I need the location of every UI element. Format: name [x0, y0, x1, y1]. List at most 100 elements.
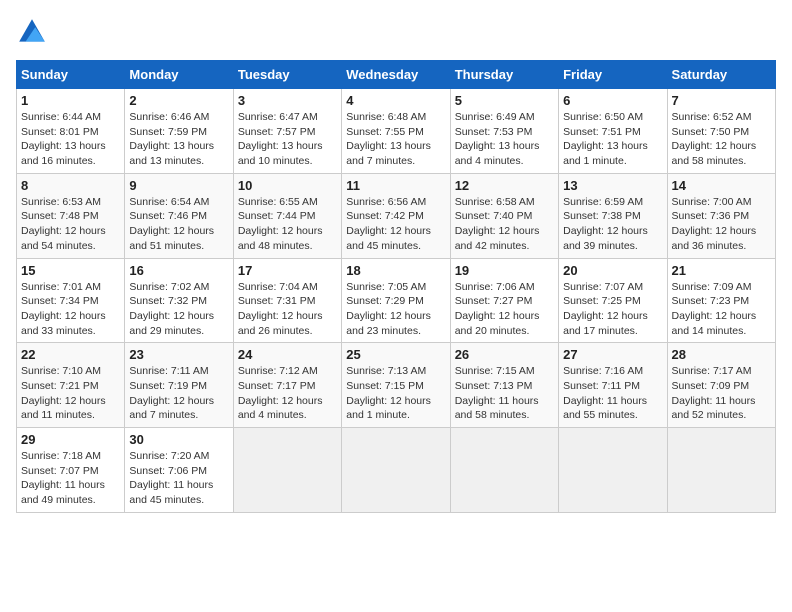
calendar-cell: 25 Sunrise: 7:13 AMSunset: 7:15 PMDayligh…	[342, 343, 450, 428]
header-thursday: Thursday	[450, 61, 558, 89]
day-number: 5	[455, 93, 554, 108]
day-detail: Sunrise: 7:17 AMSunset: 7:09 PMDaylight:…	[672, 364, 771, 423]
day-detail: Sunrise: 6:49 AMSunset: 7:53 PMDaylight:…	[455, 110, 554, 169]
day-detail: Sunrise: 6:48 AMSunset: 7:55 PMDaylight:…	[346, 110, 445, 169]
day-detail: Sunrise: 7:20 AMSunset: 7:06 PMDaylight:…	[129, 449, 228, 508]
calendar-cell: 2 Sunrise: 6:46 AMSunset: 7:59 PMDaylight…	[125, 89, 233, 174]
day-detail: Sunrise: 6:47 AMSunset: 7:57 PMDaylight:…	[238, 110, 337, 169]
day-detail: Sunrise: 7:15 AMSunset: 7:13 PMDaylight:…	[455, 364, 554, 423]
calendar-cell: 24 Sunrise: 7:12 AMSunset: 7:17 PMDayligh…	[233, 343, 341, 428]
day-detail: Sunrise: 7:06 AMSunset: 7:27 PMDaylight:…	[455, 280, 554, 339]
calendar-week-4: 22Sunrise: 7:10 AMSunset: 7:21 PMDayligh…	[17, 343, 776, 428]
logo-icon	[16, 16, 48, 48]
calendar-week-2: 8 Sunrise: 6:53 AMSunset: 7:48 PMDaylight…	[17, 173, 776, 258]
calendar-cell: 13Sunrise: 6:59 AMSunset: 7:38 PMDayligh…	[559, 173, 667, 258]
day-number: 14	[672, 178, 771, 193]
calendar-cell: 28 Sunrise: 7:17 AMSunset: 7:09 PMDayligh…	[667, 343, 775, 428]
calendar-cell: 20 Sunrise: 7:07 AMSunset: 7:25 PMDayligh…	[559, 258, 667, 343]
calendar-cell: 16 Sunrise: 7:02 AMSunset: 7:32 PMDayligh…	[125, 258, 233, 343]
day-number: 18	[346, 263, 445, 278]
calendar-cell: 5 Sunrise: 6:49 AMSunset: 7:53 PMDaylight…	[450, 89, 558, 174]
header-monday: Monday	[125, 61, 233, 89]
calendar-cell: 30Sunrise: 7:20 AMSunset: 7:06 PMDayligh…	[125, 428, 233, 513]
day-number: 28	[672, 347, 771, 362]
calendar-cell: 18 Sunrise: 7:05 AMSunset: 7:29 PMDayligh…	[342, 258, 450, 343]
calendar-cell	[559, 428, 667, 513]
day-detail: Sunrise: 7:11 AMSunset: 7:19 PMDaylight:…	[129, 364, 228, 423]
day-detail: Sunrise: 7:13 AMSunset: 7:15 PMDaylight:…	[346, 364, 445, 423]
day-number: 12	[455, 178, 554, 193]
calendar-cell: 23 Sunrise: 7:11 AMSunset: 7:19 PMDayligh…	[125, 343, 233, 428]
day-number: 7	[672, 93, 771, 108]
calendar-cell: 1 Sunrise: 6:44 AMSunset: 8:01 PMDaylight…	[17, 89, 125, 174]
day-number: 13	[563, 178, 662, 193]
day-number: 2	[129, 93, 228, 108]
calendar-cell: 8 Sunrise: 6:53 AMSunset: 7:48 PMDaylight…	[17, 173, 125, 258]
day-detail: Sunrise: 7:16 AMSunset: 7:11 PMDaylight:…	[563, 364, 662, 423]
day-number: 19	[455, 263, 554, 278]
day-number: 15	[21, 263, 120, 278]
day-number: 21	[672, 263, 771, 278]
day-number: 26	[455, 347, 554, 362]
day-detail: Sunrise: 6:53 AMSunset: 7:48 PMDaylight:…	[21, 195, 120, 254]
calendar-cell: 6Sunrise: 6:50 AMSunset: 7:51 PMDaylight…	[559, 89, 667, 174]
calendar-week-1: 1 Sunrise: 6:44 AMSunset: 8:01 PMDaylight…	[17, 89, 776, 174]
day-number: 6	[563, 93, 662, 108]
calendar-cell: 11 Sunrise: 6:56 AMSunset: 7:42 PMDayligh…	[342, 173, 450, 258]
calendar-week-5: 29 Sunrise: 7:18 AMSunset: 7:07 PMDayligh…	[17, 428, 776, 513]
calendar-cell	[667, 428, 775, 513]
day-detail: Sunrise: 6:58 AMSunset: 7:40 PMDaylight:…	[455, 195, 554, 254]
day-number: 25	[346, 347, 445, 362]
day-detail: Sunrise: 7:00 AMSunset: 7:36 PMDaylight:…	[672, 195, 771, 254]
logo	[16, 16, 52, 48]
day-number: 17	[238, 263, 337, 278]
day-detail: Sunrise: 7:07 AMSunset: 7:25 PMDaylight:…	[563, 280, 662, 339]
day-detail: Sunrise: 7:12 AMSunset: 7:17 PMDaylight:…	[238, 364, 337, 423]
calendar-cell: 21 Sunrise: 7:09 AMSunset: 7:23 PMDayligh…	[667, 258, 775, 343]
calendar-cell	[450, 428, 558, 513]
calendar-header-row: SundayMondayTuesdayWednesdayThursdayFrid…	[17, 61, 776, 89]
calendar-cell: 9Sunrise: 6:54 AMSunset: 7:46 PMDaylight…	[125, 173, 233, 258]
calendar-cell: 14 Sunrise: 7:00 AMSunset: 7:36 PMDayligh…	[667, 173, 775, 258]
header-sunday: Sunday	[17, 61, 125, 89]
calendar-cell: 3 Sunrise: 6:47 AMSunset: 7:57 PMDaylight…	[233, 89, 341, 174]
calendar-cell: 10 Sunrise: 6:55 AMSunset: 7:44 PMDayligh…	[233, 173, 341, 258]
day-detail: Sunrise: 7:09 AMSunset: 7:23 PMDaylight:…	[672, 280, 771, 339]
day-number: 29	[21, 432, 120, 447]
calendar-cell: 15 Sunrise: 7:01 AMSunset: 7:34 PMDayligh…	[17, 258, 125, 343]
day-detail: Sunrise: 6:55 AMSunset: 7:44 PMDaylight:…	[238, 195, 337, 254]
day-number: 20	[563, 263, 662, 278]
day-number: 27	[563, 347, 662, 362]
calendar-cell: 7Sunrise: 6:52 AMSunset: 7:50 PMDaylight…	[667, 89, 775, 174]
calendar-cell: 29 Sunrise: 7:18 AMSunset: 7:07 PMDayligh…	[17, 428, 125, 513]
day-number: 4	[346, 93, 445, 108]
header-tuesday: Tuesday	[233, 61, 341, 89]
calendar-cell: 26 Sunrise: 7:15 AMSunset: 7:13 PMDayligh…	[450, 343, 558, 428]
day-detail: Sunrise: 6:56 AMSunset: 7:42 PMDaylight:…	[346, 195, 445, 254]
calendar-cell: 22Sunrise: 7:10 AMSunset: 7:21 PMDayligh…	[17, 343, 125, 428]
day-detail: Sunrise: 6:46 AMSunset: 7:59 PMDaylight:…	[129, 110, 228, 169]
day-number: 8	[21, 178, 120, 193]
day-number: 11	[346, 178, 445, 193]
calendar-table: SundayMondayTuesdayWednesdayThursdayFrid…	[16, 60, 776, 513]
day-detail: Sunrise: 7:05 AMSunset: 7:29 PMDaylight:…	[346, 280, 445, 339]
day-detail: Sunrise: 7:02 AMSunset: 7:32 PMDaylight:…	[129, 280, 228, 339]
day-number: 1	[21, 93, 120, 108]
calendar-cell: 4 Sunrise: 6:48 AMSunset: 7:55 PMDaylight…	[342, 89, 450, 174]
header-saturday: Saturday	[667, 61, 775, 89]
day-number: 10	[238, 178, 337, 193]
day-detail: Sunrise: 6:44 AMSunset: 8:01 PMDaylight:…	[21, 110, 120, 169]
header-wednesday: Wednesday	[342, 61, 450, 89]
header	[16, 16, 776, 48]
day-number: 24	[238, 347, 337, 362]
day-detail: Sunrise: 7:10 AMSunset: 7:21 PMDaylight:…	[21, 364, 120, 423]
calendar-cell	[233, 428, 341, 513]
day-number: 23	[129, 347, 228, 362]
calendar-cell: 27 Sunrise: 7:16 AMSunset: 7:11 PMDayligh…	[559, 343, 667, 428]
day-detail: Sunrise: 7:04 AMSunset: 7:31 PMDaylight:…	[238, 280, 337, 339]
day-number: 3	[238, 93, 337, 108]
day-detail: Sunrise: 7:18 AMSunset: 7:07 PMDaylight:…	[21, 449, 120, 508]
day-detail: Sunrise: 7:01 AMSunset: 7:34 PMDaylight:…	[21, 280, 120, 339]
header-friday: Friday	[559, 61, 667, 89]
day-number: 16	[129, 263, 228, 278]
